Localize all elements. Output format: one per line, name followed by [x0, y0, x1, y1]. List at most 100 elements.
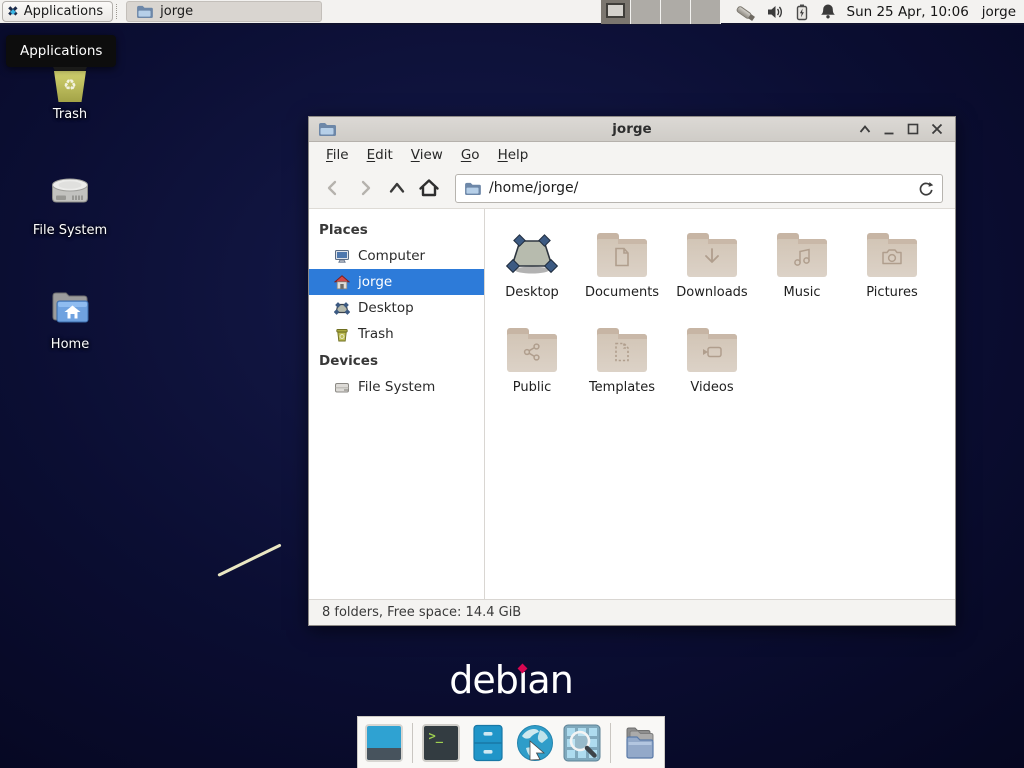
- volume-icon[interactable]: [766, 4, 784, 20]
- menu-help[interactable]: Help: [489, 143, 538, 167]
- sidebar-item-computer[interactable]: Computer: [309, 243, 484, 269]
- menu-edit[interactable]: Edit: [358, 143, 402, 167]
- file-item-templates[interactable]: Templates: [577, 312, 667, 407]
- file-name: Templates: [589, 380, 655, 395]
- bell-icon[interactable]: [820, 3, 836, 20]
- titlebar[interactable]: jorge: [309, 117, 955, 142]
- menu-view[interactable]: View: [402, 143, 452, 167]
- folder-templates-icon: [597, 328, 647, 372]
- sidebar-item-desktop[interactable]: Desktop: [309, 295, 484, 321]
- desktop-special-icon: [506, 221, 558, 277]
- folder-icon: [464, 182, 481, 195]
- folder-downloads-icon: [687, 233, 737, 277]
- sidebar-item-trash[interactable]: Trash: [309, 321, 484, 347]
- file-item-desktop[interactable]: Desktop: [487, 217, 577, 312]
- debian-i: ı: [518, 658, 528, 702]
- show-desktop-button[interactable]: [365, 724, 403, 762]
- home-button[interactable]: [413, 173, 445, 203]
- workspace-1[interactable]: [601, 0, 631, 24]
- terminal-launcher[interactable]: >_: [422, 724, 460, 762]
- file-item-music[interactable]: Music: [757, 217, 847, 312]
- app-finder-icon: [563, 724, 601, 762]
- trash-icon: [334, 327, 350, 342]
- menubar: File Edit View Go Help: [309, 142, 955, 168]
- tasklist-grip: [116, 4, 123, 19]
- recycle-glyph: ♻: [54, 76, 86, 94]
- desktop-icon-label: Trash: [22, 107, 118, 122]
- file-item-documents[interactable]: Documents: [577, 217, 667, 312]
- menu-go[interactable]: Go: [452, 143, 489, 167]
- hard-drive-icon: [22, 170, 118, 218]
- file-name: Music: [784, 285, 821, 300]
- desktop-icon-label: Home: [22, 337, 118, 352]
- sidebar-item-label: File System: [358, 379, 435, 395]
- debian-text-pre: deb: [449, 658, 518, 702]
- sidebar: Places Computer jorge: [309, 209, 485, 599]
- drive-icon: [334, 380, 350, 395]
- file-manager-window: jorge File Edit View Go Help: [308, 116, 956, 626]
- file-item-downloads[interactable]: Downloads: [667, 217, 757, 312]
- sidebar-item-jorge[interactable]: jorge: [309, 269, 484, 295]
- computer-icon: [334, 249, 350, 264]
- directory-folder-icon: [620, 724, 658, 762]
- battery-icon[interactable]: [795, 3, 809, 21]
- toolbar: /home/jorge/: [309, 168, 955, 209]
- desktop-icon-home[interactable]: Home: [22, 284, 118, 352]
- workspace-3[interactable]: [661, 0, 691, 24]
- show-desktop-icon: [367, 748, 401, 760]
- maximize-button[interactable]: [904, 120, 922, 138]
- back-button[interactable]: [317, 173, 349, 203]
- panel-username[interactable]: jorge: [982, 4, 1016, 20]
- up-button[interactable]: [381, 173, 413, 203]
- file-grid: Desktop Documents Downloads: [485, 209, 955, 599]
- dock-separator: [610, 723, 611, 763]
- folder-pictures-icon: [867, 233, 917, 277]
- forward-button[interactable]: [349, 173, 381, 203]
- sidebar-item-file-system[interactable]: File System: [309, 374, 484, 400]
- sidebar-header-places: Places: [309, 216, 484, 243]
- sidebar-header-devices: Devices: [309, 347, 484, 374]
- file-item-videos[interactable]: Videos: [667, 312, 757, 407]
- menu-file[interactable]: File: [317, 143, 358, 167]
- desktop-icon-label: File System: [22, 223, 118, 238]
- shade-button[interactable]: [856, 120, 874, 138]
- statusbar: 8 folders, Free space: 14.4 GiB: [309, 599, 955, 625]
- desktop-icon-file-system[interactable]: File System: [22, 170, 118, 238]
- file-name: Documents: [585, 285, 659, 300]
- home-icon: [334, 275, 350, 290]
- minimize-button[interactable]: [880, 120, 898, 138]
- folder-documents-icon: [597, 233, 647, 277]
- app-finder-launcher[interactable]: [563, 724, 601, 762]
- file-cabinet-icon: [469, 724, 507, 762]
- reload-button[interactable]: [917, 180, 934, 197]
- panel-clock[interactable]: Sun 25 Apr, 10:06: [847, 4, 969, 20]
- sidebar-item-label: Desktop: [358, 300, 414, 316]
- directory-menu-button[interactable]: [620, 724, 658, 762]
- file-name: Videos: [690, 380, 733, 395]
- file-manager-launcher[interactable]: [469, 724, 507, 762]
- close-button[interactable]: [928, 120, 946, 138]
- web-browser-launcher[interactable]: [516, 724, 554, 762]
- workspace-switcher: [601, 0, 721, 24]
- applications-menu-button[interactable]: ✖ Applications: [2, 1, 113, 22]
- status-text: 8 folders, Free space: 14.4 GiB: [322, 605, 521, 620]
- globe-browser-icon: [516, 724, 554, 762]
- wallpaper-line: [217, 543, 281, 576]
- workspace-4[interactable]: [691, 0, 721, 24]
- terminal-icon: >_: [429, 729, 443, 743]
- file-name: Pictures: [866, 285, 917, 300]
- folder-music-icon: [777, 233, 827, 277]
- debian-text-post: an: [527, 658, 572, 702]
- file-item-pictures[interactable]: Pictures: [847, 217, 937, 312]
- address-bar[interactable]: /home/jorge/: [455, 174, 943, 203]
- sidebar-item-label: Computer: [358, 248, 425, 264]
- debian-wordmark: debıan: [408, 658, 614, 702]
- applications-tooltip: Applications: [6, 35, 116, 67]
- folder-public-icon: [507, 328, 557, 372]
- home-folder-icon: [22, 284, 118, 332]
- taskbar-window-button[interactable]: jorge: [126, 1, 322, 22]
- workspace-2[interactable]: [631, 0, 661, 24]
- file-item-public[interactable]: Public: [487, 312, 577, 407]
- taskbar-window-label: jorge: [160, 4, 193, 19]
- stylus-tray-icon[interactable]: [735, 3, 755, 21]
